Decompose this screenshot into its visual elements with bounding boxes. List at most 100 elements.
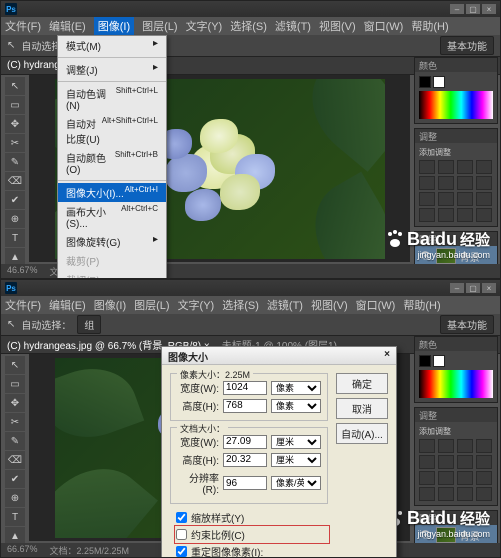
adjustment-button[interactable] bbox=[476, 176, 492, 190]
adjustment-button[interactable] bbox=[419, 439, 435, 453]
adjustment-button[interactable] bbox=[438, 192, 454, 206]
menu-item-canvas-size[interactable]: 画布大小(S)...Alt+Ctrl+C bbox=[58, 202, 166, 232]
menu-item-auto-tone[interactable]: 自动色调(N)Shift+Ctrl+L bbox=[58, 84, 166, 114]
menu-image[interactable]: 图像(I) bbox=[94, 297, 126, 313]
adjustment-button[interactable] bbox=[438, 471, 454, 485]
foreground-swatch[interactable] bbox=[419, 76, 431, 88]
menu-item-image-size[interactable]: 图像大小(I)...Alt+Ctrl+I bbox=[58, 183, 166, 202]
adjustment-button[interactable] bbox=[419, 160, 435, 174]
brush-tool[interactable]: ✎ bbox=[5, 153, 25, 171]
type-tool[interactable]: T bbox=[5, 229, 25, 247]
marquee-tool[interactable]: ▭ bbox=[5, 375, 25, 393]
move-tool[interactable]: ↖ bbox=[5, 77, 25, 95]
adjustment-button[interactable] bbox=[476, 192, 492, 206]
lasso-tool[interactable]: ✥ bbox=[5, 394, 25, 412]
dialog-titlebar[interactable]: 图像大小 × bbox=[162, 347, 396, 365]
adjustment-button[interactable] bbox=[457, 471, 473, 485]
menu-layer[interactable]: 图层(L) bbox=[134, 297, 169, 313]
scale-styles-checkbox[interactable]: 缩放样式(Y) bbox=[176, 510, 328, 525]
menu-item-crop[interactable]: 裁剪(P) bbox=[58, 251, 166, 270]
adjustment-button[interactable] bbox=[476, 487, 492, 501]
color-tab[interactable]: 颜色 bbox=[419, 340, 437, 350]
menu-type[interactable]: 文字(Y) bbox=[186, 18, 223, 34]
color-ramp[interactable] bbox=[419, 370, 493, 398]
zoom-level[interactable]: 66.67% bbox=[7, 544, 38, 556]
background-swatch[interactable] bbox=[433, 76, 445, 88]
auto-button[interactable]: 自动(A)... bbox=[336, 423, 388, 444]
menu-file[interactable]: 文件(F) bbox=[5, 297, 41, 313]
move-tool[interactable]: ↖ bbox=[5, 356, 25, 374]
crop-tool[interactable]: ✂ bbox=[5, 413, 25, 431]
menu-help[interactable]: 帮助(H) bbox=[403, 297, 440, 313]
adjustment-button[interactable] bbox=[419, 208, 435, 222]
color-tab[interactable]: 颜色 bbox=[419, 61, 437, 71]
marquee-tool[interactable]: ▭ bbox=[5, 96, 25, 114]
adjustment-button[interactable] bbox=[438, 455, 454, 469]
dialog-close-icon[interactable]: × bbox=[384, 349, 390, 362]
adjustment-button[interactable] bbox=[457, 487, 473, 501]
heal-tool[interactable]: ✔ bbox=[5, 191, 25, 209]
menu-item-mode[interactable]: 模式(M)▸ bbox=[58, 36, 166, 55]
close-button[interactable]: × bbox=[482, 4, 496, 14]
adjustment-button[interactable] bbox=[419, 471, 435, 485]
gradient-tool[interactable]: ⊕ bbox=[5, 489, 25, 507]
adjustment-button[interactable] bbox=[419, 176, 435, 190]
ok-button[interactable]: 确定 bbox=[336, 373, 388, 394]
auto-select-dropdown[interactable]: 组 bbox=[77, 315, 101, 334]
menu-window[interactable]: 窗口(W) bbox=[356, 297, 396, 313]
adjustment-button[interactable] bbox=[457, 160, 473, 174]
eraser-tool[interactable]: ⌫ bbox=[5, 451, 25, 469]
height-px-input[interactable] bbox=[223, 399, 267, 413]
adjustment-button[interactable] bbox=[419, 192, 435, 206]
menu-item-adjustments[interactable]: 调整(J)▸ bbox=[58, 60, 166, 79]
menu-image[interactable]: 图像(I) bbox=[94, 17, 134, 35]
menu-layer[interactable]: 图层(L) bbox=[142, 18, 177, 34]
constrain-proportions-checkbox[interactable]: 约束比例(C) bbox=[176, 527, 328, 542]
height-doc-input[interactable] bbox=[223, 453, 267, 467]
adjustment-button[interactable] bbox=[476, 208, 492, 222]
menu-help[interactable]: 帮助(H) bbox=[411, 18, 448, 34]
menu-window[interactable]: 窗口(W) bbox=[364, 18, 404, 34]
workspace-switcher[interactable]: 基本功能 bbox=[440, 36, 494, 55]
adjustment-button[interactable] bbox=[476, 439, 492, 453]
zoom-level[interactable]: 46.67% bbox=[7, 265, 38, 277]
maximize-button[interactable]: ▢ bbox=[466, 283, 480, 293]
adjustment-button[interactable] bbox=[457, 176, 473, 190]
workspace-switcher[interactable]: 基本功能 bbox=[440, 315, 494, 334]
width-unit-select[interactable]: 像素 bbox=[271, 381, 321, 395]
menu-edit[interactable]: 编辑(E) bbox=[49, 297, 86, 313]
minimize-button[interactable]: – bbox=[450, 4, 464, 14]
close-button[interactable]: × bbox=[482, 283, 496, 293]
adjustment-button[interactable] bbox=[438, 439, 454, 453]
background-swatch[interactable] bbox=[433, 355, 445, 367]
menu-select[interactable]: 选择(S) bbox=[222, 297, 259, 313]
adjustments-tab[interactable]: 调整 bbox=[419, 132, 437, 142]
adjustment-button[interactable] bbox=[438, 160, 454, 174]
height-unit-select[interactable]: 像素 bbox=[271, 399, 321, 413]
adjustment-button[interactable] bbox=[419, 455, 435, 469]
cancel-button[interactable]: 取消 bbox=[336, 398, 388, 419]
adjustment-button[interactable] bbox=[438, 487, 454, 501]
width-px-input[interactable] bbox=[223, 381, 267, 395]
menu-filter[interactable]: 滤镜(T) bbox=[267, 297, 303, 313]
adjustment-button[interactable] bbox=[438, 208, 454, 222]
eraser-tool[interactable]: ⌫ bbox=[5, 172, 25, 190]
height-doc-unit-select[interactable]: 厘米 bbox=[271, 453, 321, 467]
menu-item-trim[interactable]: 裁切(R)... bbox=[58, 270, 166, 279]
color-ramp[interactable] bbox=[419, 91, 493, 119]
menu-select[interactable]: 选择(S) bbox=[230, 18, 267, 34]
width-doc-unit-select[interactable]: 厘米 bbox=[271, 435, 321, 449]
adjustment-button[interactable] bbox=[457, 208, 473, 222]
menu-view[interactable]: 视图(V) bbox=[319, 18, 356, 34]
menu-file[interactable]: 文件(F) bbox=[5, 18, 41, 34]
adjustment-button[interactable] bbox=[476, 471, 492, 485]
adjustment-button[interactable] bbox=[457, 192, 473, 206]
adjustment-button[interactable] bbox=[476, 455, 492, 469]
menu-type[interactable]: 文字(Y) bbox=[178, 297, 215, 313]
minimize-button[interactable]: – bbox=[450, 283, 464, 293]
adjustment-button[interactable] bbox=[438, 176, 454, 190]
resolution-input[interactable] bbox=[223, 476, 267, 490]
adjustments-tab[interactable]: 调整 bbox=[419, 411, 437, 421]
resolution-unit-select[interactable]: 像素/英寸 bbox=[271, 476, 321, 490]
heal-tool[interactable]: ✔ bbox=[5, 470, 25, 488]
